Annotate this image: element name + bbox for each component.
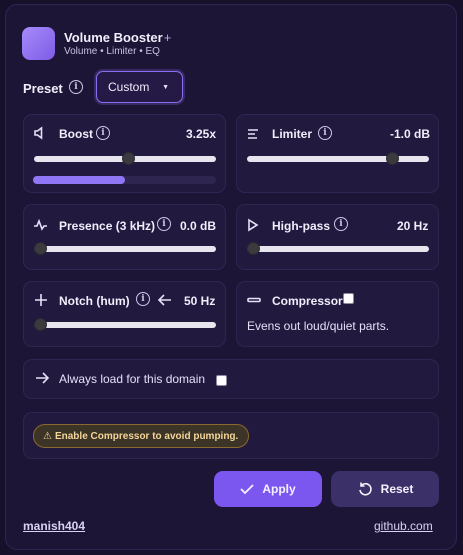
preset-select-value: Custom — [108, 80, 150, 94]
app-logo — [22, 27, 55, 60]
always-load-label: Always load for this domain — [59, 372, 206, 386]
apply-button-label: Apply — [262, 482, 296, 496]
highpass-card — [236, 204, 439, 270]
highpass-value: 20 Hz — [397, 219, 429, 233]
limiter-value: -1.0 dB — [390, 127, 431, 141]
always-load-checkbox[interactable] — [216, 375, 227, 386]
limiter-slider-track[interactable] — [247, 156, 429, 162]
app-title-text: Volume Booster — [64, 30, 163, 45]
preset-select[interactable]: Custom ▼ — [96, 71, 183, 103]
info-icon[interactable]: i — [318, 126, 332, 140]
presence-slider-thumb[interactable] — [34, 242, 47, 255]
warning-icon: ⚠ — [43, 430, 52, 442]
boost-value: 3.25x — [186, 127, 217, 141]
arrow-left-icon — [157, 294, 171, 306]
volume-icon — [34, 126, 43, 140]
notch-card — [23, 281, 226, 347]
app-title: Volume Booster+ — [64, 30, 171, 45]
reset-button[interactable]: Reset — [331, 471, 439, 507]
pulse-icon — [34, 218, 47, 231]
chevron-down-icon: ▼ — [162, 84, 169, 91]
notch-value: 50 Hz — [184, 294, 216, 308]
info-icon[interactable]: i — [136, 292, 150, 306]
reset-button-label: Reset — [380, 482, 414, 496]
notch-label: Notch (hum) — [59, 294, 130, 308]
notch-slider-track[interactable] — [34, 322, 216, 328]
check-icon — [240, 484, 254, 495]
info-icon[interactable]: i — [96, 126, 110, 140]
app-subtitle: Volume • Limiter • EQ — [64, 46, 160, 57]
info-icon[interactable]: i — [69, 80, 83, 94]
github-link[interactable]: github.com — [374, 519, 433, 533]
limiter-card — [236, 114, 439, 193]
limiter-slider-thumb[interactable] — [385, 152, 399, 165]
limiter-icon — [248, 129, 258, 139]
compressor-description: Evens out loud/quiet parts. — [247, 319, 390, 333]
limiter-label: Limiter — [272, 127, 313, 141]
boost-level-meter-fill — [33, 176, 125, 184]
presence-card — [23, 204, 226, 270]
highpass-label: High-pass — [272, 219, 331, 233]
preset-label: Preset — [23, 81, 63, 96]
boost-slider-thumb[interactable] — [121, 152, 135, 165]
boost-label: Boost — [59, 127, 93, 141]
app-title-plus: + — [163, 30, 172, 45]
play-icon — [248, 218, 259, 232]
info-icon[interactable]: i — [334, 217, 348, 231]
highpass-slider-thumb[interactable] — [247, 242, 260, 255]
compressor-checkbox[interactable] — [343, 293, 354, 304]
presence-value: 0.0 dB — [180, 219, 217, 233]
highpass-slider-track[interactable] — [247, 246, 429, 252]
warning-badge: ⚠ Enable Compressor to avoid pumping. — [33, 424, 249, 448]
info-icon[interactable]: i — [157, 217, 171, 231]
presence-slider-track[interactable] — [34, 246, 216, 252]
minus-icon — [247, 297, 261, 303]
warning-text: Enable Compressor to avoid pumping. — [54, 430, 239, 442]
arrow-right-icon — [36, 372, 50, 384]
presence-label: Presence (3 kHz) — [59, 219, 156, 233]
compressor-card — [236, 281, 439, 347]
plus-icon — [35, 294, 47, 306]
compressor-label: Compressor — [272, 294, 343, 308]
reset-icon — [358, 482, 372, 496]
notch-slider-thumb[interactable] — [34, 318, 47, 331]
apply-button[interactable]: Apply — [214, 471, 322, 507]
author-link[interactable]: manish404 — [23, 519, 85, 533]
